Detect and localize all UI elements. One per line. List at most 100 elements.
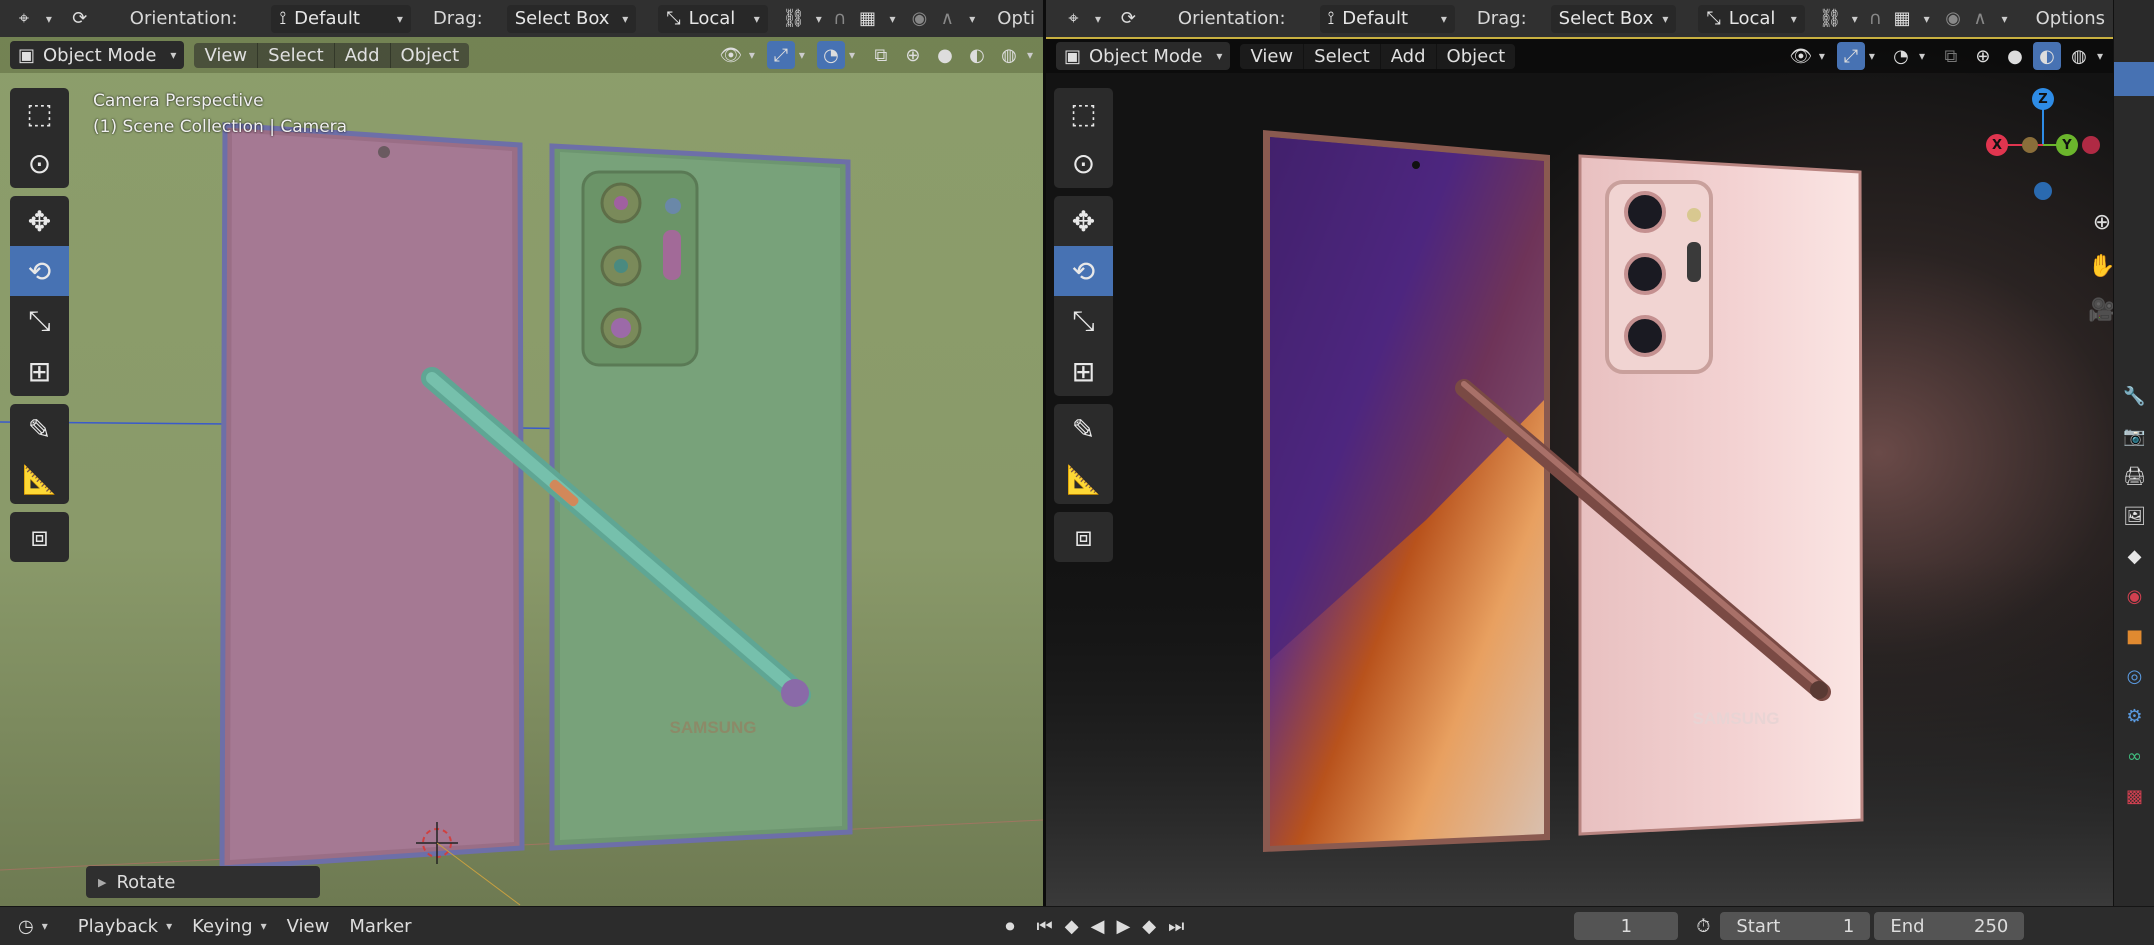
solid-viewport[interactable]: SAMSUNG ⌖ ▾ ⟳ Orientation: ⟟ Default ▾ D… bbox=[0, 0, 1043, 906]
view-layer-icon[interactable]: 🖼 bbox=[2114, 496, 2154, 536]
proportional-edit-icon[interactable]: ◉ bbox=[1940, 5, 1967, 33]
link-icon[interactable]: ⛓ bbox=[1817, 5, 1844, 33]
xray-toggle-icon[interactable]: ⧉ bbox=[1937, 42, 1965, 70]
cursor-tool-icon[interactable]: ⊙ bbox=[1054, 138, 1113, 188]
transform-tool-icon[interactable]: ⊞ bbox=[1054, 346, 1113, 396]
snap-icon[interactable]: ∩ bbox=[1862, 5, 1889, 33]
menu-select[interactable]: Select bbox=[258, 42, 335, 68]
menu-add[interactable]: Add bbox=[335, 42, 391, 68]
material-shading-icon[interactable]: ◐ bbox=[963, 41, 991, 69]
transform-tool-icon[interactable]: ⊞ bbox=[10, 346, 69, 396]
menu-view[interactable]: View bbox=[1240, 43, 1305, 69]
snap-icon[interactable]: ∩ bbox=[826, 5, 854, 33]
scale-tool-icon[interactable]: ⤡ bbox=[10, 296, 69, 346]
menu-add[interactable]: Add bbox=[1381, 43, 1437, 69]
rotate-tool-icon[interactable]: ⟲ bbox=[1054, 246, 1113, 296]
jump-end-icon[interactable]: ⏭ bbox=[1168, 916, 1184, 937]
playback-menu[interactable]: Playback ▾ bbox=[68, 912, 182, 940]
material-properties-icon[interactable]: ▩ bbox=[2114, 776, 2154, 816]
add-cube-tool-icon[interactable]: ⧈ bbox=[1054, 512, 1113, 562]
measure-tool-icon[interactable]: 📐 bbox=[10, 454, 69, 504]
select-box-tool-icon[interactable]: ⬚ bbox=[1054, 88, 1113, 138]
drag-dropdown[interactable]: Select Box ▾ bbox=[506, 4, 637, 33]
active-tool-icon[interactable]: 🔧 bbox=[2114, 376, 2154, 416]
output-properties-icon[interactable]: 🖨 bbox=[2114, 456, 2154, 496]
tool-tab-icon[interactable] bbox=[2114, 62, 2154, 96]
transform-affect-icon[interactable]: ⟳ bbox=[66, 5, 94, 33]
prev-keyframe-icon[interactable]: ◆ bbox=[1065, 916, 1079, 937]
material-shading-icon[interactable]: ◐ bbox=[2032, 42, 2061, 70]
modifier-properties-icon[interactable]: ◎ bbox=[2114, 656, 2154, 696]
menu-object[interactable]: Object bbox=[1437, 44, 1516, 69]
editor-type-dropdown[interactable]: ◷ ▾ bbox=[8, 912, 58, 940]
current-frame-field[interactable]: 1 bbox=[1574, 912, 1679, 940]
play-icon[interactable]: ▶ bbox=[1116, 916, 1130, 937]
options-button[interactable]: Opti bbox=[989, 5, 1043, 33]
xray-toggle-icon[interactable]: ⧉ bbox=[867, 41, 895, 69]
transform-gizmo-icon[interactable]: ⌖ bbox=[1060, 5, 1087, 33]
measure-tool-icon[interactable]: 📐 bbox=[1054, 454, 1113, 504]
visibility-eye-icon[interactable]: 👁 bbox=[1787, 42, 1815, 70]
snap-grid-icon[interactable]: ▦ bbox=[1889, 5, 1916, 33]
move-tool-icon[interactable]: ✥ bbox=[10, 196, 69, 246]
world-properties-icon[interactable]: ◉ bbox=[2114, 576, 2154, 616]
mode-dropdown[interactable]: ▣ Object Mode ▾ bbox=[10, 41, 185, 69]
drag-dropdown[interactable]: Select Box ▾ bbox=[1550, 4, 1677, 33]
scale-tool-icon[interactable]: ⤡ bbox=[1054, 296, 1113, 346]
gizmo-toggle-icon[interactable]: ⤢ bbox=[1836, 42, 1865, 70]
gizmo-neg-y[interactable] bbox=[2082, 136, 2100, 154]
options-button[interactable]: Options bbox=[2028, 5, 2113, 33]
orientation-dropdown[interactable]: ⟟ Default ▾ bbox=[1319, 4, 1455, 33]
last-operator-panel[interactable]: ▶ Rotate bbox=[86, 866, 320, 898]
menu-view[interactable]: View bbox=[194, 42, 259, 68]
menu-select[interactable]: Select bbox=[1304, 43, 1381, 69]
gizmo-y-axis[interactable]: Y bbox=[2056, 134, 2078, 156]
gizmo-neg-x[interactable] bbox=[2022, 137, 2038, 153]
menu-object[interactable]: Object bbox=[391, 43, 470, 68]
solid-shading-icon[interactable]: ● bbox=[931, 41, 959, 69]
mode-dropdown[interactable]: ▣ Object Mode ▾ bbox=[1056, 42, 1231, 70]
falloff-icon[interactable]: ∧ bbox=[933, 5, 961, 33]
jump-start-icon[interactable]: ⏮ bbox=[1037, 916, 1053, 937]
record-icon[interactable]: ⏺ bbox=[1006, 916, 1015, 937]
gizmo-x-axis[interactable]: X bbox=[1986, 134, 2008, 156]
next-keyframe-icon[interactable]: ◆ bbox=[1142, 916, 1156, 937]
pivot-dropdown[interactable]: ⤡ Local ▾ bbox=[658, 4, 768, 33]
transform-affect-icon[interactable]: ⟳ bbox=[1115, 5, 1142, 33]
annotate-tool-icon[interactable]: ✎ bbox=[10, 404, 69, 454]
stopwatch-icon[interactable]: ⏱ bbox=[1696, 916, 1710, 937]
gizmo-neg-z[interactable] bbox=[2034, 182, 2052, 200]
navigation-gizmo[interactable]: Z X Y bbox=[1986, 88, 2106, 208]
keying-menu[interactable]: Keying ▾ bbox=[182, 912, 277, 940]
marker-menu[interactable]: Marker bbox=[339, 912, 421, 940]
visibility-eye-icon[interactable]: 👁 bbox=[717, 41, 745, 69]
overlays-toggle-icon[interactable]: ◔ bbox=[1887, 42, 1915, 70]
pivot-dropdown[interactable]: ⤡ Local ▾ bbox=[1698, 4, 1805, 33]
overlays-toggle-icon[interactable]: ◔ bbox=[816, 41, 845, 69]
render-properties-icon[interactable]: 📷 bbox=[2114, 416, 2154, 456]
start-frame-field[interactable]: Start 1 bbox=[1720, 912, 1871, 940]
wireframe-shading-icon[interactable]: ⊕ bbox=[899, 41, 927, 69]
timeline-view-menu[interactable]: View bbox=[277, 912, 340, 940]
solid-shading-icon[interactable]: ● bbox=[2001, 42, 2029, 70]
snap-grid-icon[interactable]: ▦ bbox=[854, 5, 882, 33]
link-icon[interactable]: ⛓ bbox=[780, 5, 808, 33]
rotate-tool-icon[interactable]: ⟲ bbox=[10, 246, 69, 296]
gizmo-toggle-icon[interactable]: ⤢ bbox=[766, 41, 795, 69]
add-cube-tool-icon[interactable]: ⧈ bbox=[10, 512, 69, 562]
proportional-edit-icon[interactable]: ◉ bbox=[906, 5, 934, 33]
particles-properties-icon[interactable]: ⚙ bbox=[2114, 696, 2154, 736]
play-reverse-icon[interactable]: ◀ bbox=[1091, 916, 1105, 937]
scene-properties-icon[interactable]: ◆ bbox=[2114, 536, 2154, 576]
falloff-icon[interactable]: ∧ bbox=[1967, 5, 1994, 33]
wireframe-shading-icon[interactable]: ⊕ bbox=[1969, 42, 1997, 70]
rendered-viewport[interactable]: SAMSUNG ⌖ ▾ ⟳ Orientation: ⟟ Default ▾ D… bbox=[1046, 0, 2113, 906]
move-tool-icon[interactable]: ✥ bbox=[1054, 196, 1113, 246]
rendered-shading-icon[interactable]: ◍ bbox=[2065, 42, 2093, 70]
rendered-shading-icon[interactable]: ◍ bbox=[995, 41, 1023, 69]
physics-properties-icon[interactable]: ∞ bbox=[2114, 736, 2154, 776]
transform-gizmo-icon[interactable]: ⌖ bbox=[10, 5, 38, 33]
cursor-tool-icon[interactable]: ⊙ bbox=[10, 138, 69, 188]
orientation-dropdown[interactable]: ⟟ Default ▾ bbox=[271, 4, 411, 33]
end-frame-field[interactable]: End 250 bbox=[1874, 912, 2025, 940]
